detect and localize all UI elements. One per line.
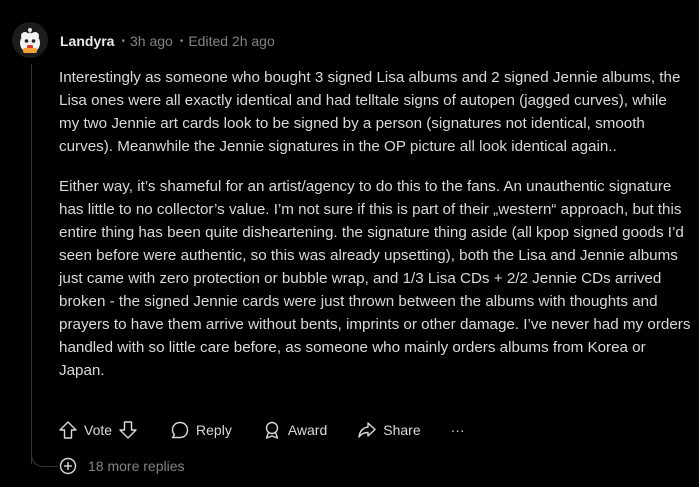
share-button[interactable]: Share — [357, 420, 421, 440]
comment-header: Landyra • 3h ago • Edited 2h ago — [60, 32, 275, 50]
reply-label: Reply — [196, 422, 232, 438]
ellipsis-icon: ··· — [450, 422, 465, 438]
comment-paragraph: Interestingly as someone who bought 3 si… — [59, 69, 681, 155]
separator-dot: • — [179, 35, 184, 47]
edited-timestamp: Edited 2h ago — [188, 33, 275, 49]
more-replies-label: 18 more replies — [88, 458, 185, 474]
comment-body: Interestingly as someone who bought 3 si… — [59, 66, 691, 399]
comment-actions: Vote Reply Award Share ··· — [58, 418, 495, 442]
share-icon — [357, 420, 377, 440]
avatar[interactable] — [12, 22, 48, 58]
comment-paragraph: Either way, it’s shameful for an artist/… — [59, 178, 691, 379]
more-replies-link[interactable]: 18 more replies — [58, 456, 185, 476]
more-options-button[interactable]: ··· — [451, 422, 465, 438]
separator-dot: • — [121, 35, 125, 47]
award-button[interactable]: Award — [262, 420, 327, 440]
award-icon — [262, 420, 282, 440]
thread-line[interactable] — [31, 64, 32, 464]
downvote-icon[interactable] — [118, 420, 138, 440]
reply-button[interactable]: Reply — [170, 420, 232, 440]
snoo-avatar-icon — [12, 22, 48, 58]
share-label: Share — [383, 422, 421, 438]
comment-timestamp: 3h ago — [129, 33, 173, 49]
vote-label: Vote — [84, 422, 113, 438]
author-username[interactable]: Landyra — [60, 33, 114, 49]
thread-connector — [31, 448, 58, 467]
vote-group: Vote — [58, 420, 138, 440]
reply-bubble-icon — [170, 420, 190, 440]
upvote-icon[interactable] — [58, 420, 78, 440]
award-label: Award — [287, 422, 328, 438]
plus-circle-icon — [58, 456, 78, 476]
